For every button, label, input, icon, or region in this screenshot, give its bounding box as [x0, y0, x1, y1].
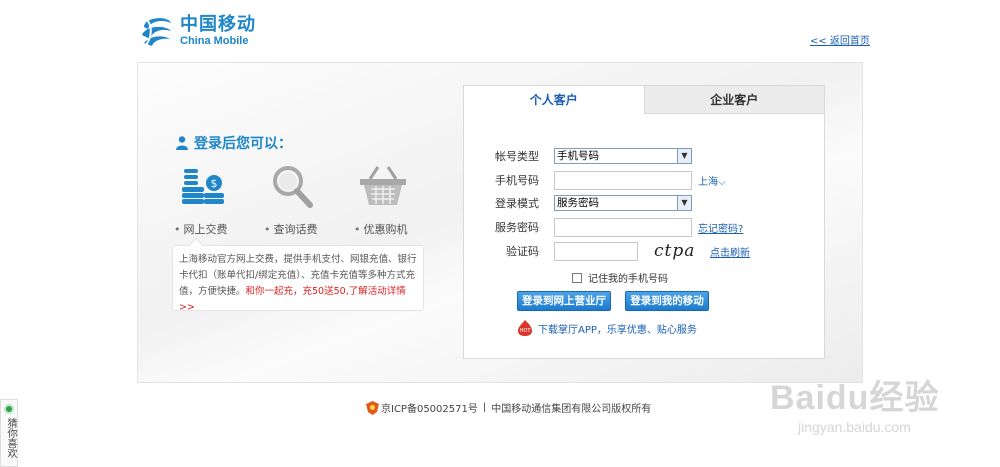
forgot-password-link[interactable]: 忘记密码?: [698, 220, 743, 235]
remember-phone[interactable]: 记住我的手机号码: [572, 270, 668, 285]
svg-text:$: $: [211, 177, 218, 190]
password-label: 服务密码: [495, 221, 539, 234]
download-app-link[interactable]: HOT 下载掌厅APP，乐享优惠、贴心服务: [517, 319, 697, 337]
account-type-row: 帐号类型 手机号码 ▼: [464, 146, 826, 166]
svg-text:HOT: HOT: [520, 328, 532, 334]
login-hall-button[interactable]: 登录到网上营业厅: [517, 291, 611, 311]
promo-description-box: 上海移动官方网上交费，提供手机支付、网银充值、银行卡代扣（账单代扣/绑定充值）、…: [172, 237, 424, 313]
account-type-select[interactable]: 手机号码 ▼: [554, 148, 692, 164]
promo-title-text: 登录后您可以：: [194, 136, 292, 152]
phone-input[interactable]: [554, 170, 692, 190]
feature-discount-phone[interactable]: 优惠购机: [354, 163, 444, 237]
footer: 京ICP备05002571号 | 中国移动通信集团有限公司版权所有: [366, 400, 651, 415]
feature-list: $ 网上交费 查询话费: [174, 163, 444, 237]
captcha-input[interactable]: [554, 241, 638, 261]
guess-you-like-label: 猜你喜欢: [5, 418, 16, 458]
login-tabs: 个人客户 企业客户: [464, 86, 824, 114]
tab-personal[interactable]: 个人客户: [464, 86, 644, 114]
feature-online-payment[interactable]: $ 网上交费: [174, 163, 264, 237]
icp-number[interactable]: 京ICP备05002571号: [381, 400, 478, 415]
logo-chinese-name: 中国移动: [180, 13, 256, 35]
status-dot-icon: [4, 404, 14, 414]
captcha-row: 验证码 ctpa 点击刷新: [464, 241, 826, 261]
promo-title: 登录后您可以：: [176, 133, 292, 153]
china-mobile-logo-icon: [142, 18, 171, 46]
magnifier-icon: [273, 166, 313, 208]
account-type-label: 帐号类型: [495, 150, 539, 163]
china-mobile-logo[interactable]: 中国移动 China Mobile: [138, 13, 258, 49]
refresh-captcha-link[interactable]: 点击刷新: [710, 244, 750, 259]
password-row: 服务密码 忘记密码?: [464, 217, 826, 237]
remember-label: 记住我的手机号码: [588, 274, 668, 285]
feature-label: 查询话费: [264, 221, 354, 237]
feature-label: 网上交费: [174, 221, 264, 237]
phone-label: 手机号码: [495, 174, 539, 187]
logo-english-name: China Mobile: [180, 34, 249, 47]
feature-bill-query[interactable]: 查询话费: [264, 163, 354, 237]
watermark-url: jingyan.baidu.com: [798, 419, 911, 435]
login-panel: 个人客户 企业客户 帐号类型 手机号码 ▼ 手机号码 上海⌵ 登录模式 服务密码: [463, 85, 825, 359]
back-home-link[interactable]: << 返回首页: [810, 32, 870, 47]
region-label: 上海: [698, 176, 718, 188]
baidu-jingyan-watermark: Baidu经验 jingyan.baidu.com: [770, 370, 980, 460]
basket-icon: [360, 166, 406, 205]
tab-enterprise[interactable]: 企业客户: [643, 86, 824, 114]
footer-separator: |: [482, 402, 487, 413]
police-badge-icon: [366, 400, 379, 415]
captcha-label: 验证码: [506, 245, 539, 258]
hot-badge-icon: HOT: [518, 320, 532, 336]
feature-label: 优惠购机: [354, 221, 444, 237]
download-app-text: 下载掌厅APP，乐享优惠、贴心服务: [538, 324, 697, 336]
coins-icon: $: [182, 169, 224, 204]
login-mymobile-button[interactable]: 登录到我的移动: [625, 291, 709, 311]
page: 中国移动 China Mobile << 返回首页 登录后您可以： $ • 网上…: [0, 0, 1000, 467]
region-selector[interactable]: 上海⌵: [698, 173, 726, 188]
phone-row: 手机号码 上海⌵: [464, 170, 826, 190]
guess-you-like-widget[interactable]: 猜你喜欢: [0, 399, 18, 467]
login-mode-select[interactable]: 服务密码 ▼: [554, 195, 692, 211]
promo-box-pointer: [188, 237, 204, 253]
user-icon: [176, 136, 188, 150]
account-type-value: 手机号码: [557, 150, 599, 162]
login-mode-row: 登录模式 服务密码 ▼: [464, 193, 826, 213]
main-frame: 登录后您可以： $ 网上交费: [137, 62, 863, 383]
chevron-down-icon: ⌵: [718, 176, 726, 188]
chevron-down-icon: ▼: [677, 149, 691, 163]
remember-checkbox[interactable]: [572, 272, 582, 283]
copyright-text: 中国移动通信集团有限公司版权所有: [491, 404, 652, 415]
chevron-down-icon: ▼: [677, 196, 691, 210]
captcha-image[interactable]: ctpa: [654, 241, 704, 261]
login-mode-label: 登录模式: [495, 197, 539, 210]
login-mode-value: 服务密码: [557, 197, 599, 209]
password-input[interactable]: [554, 217, 692, 237]
watermark-brand: Baidu经验: [770, 379, 940, 417]
